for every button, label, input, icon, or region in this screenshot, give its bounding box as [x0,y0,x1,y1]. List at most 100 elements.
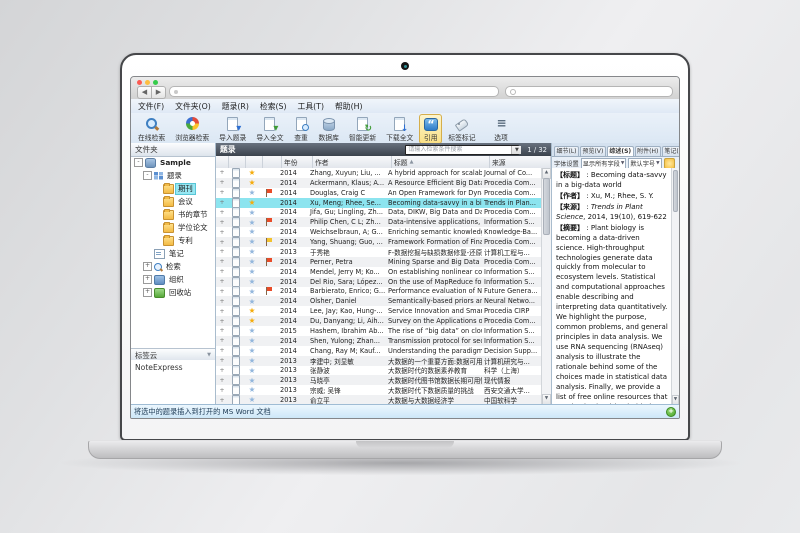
menubar-item[interactable]: 工具(T) [298,101,324,112]
star-icon[interactable]: ★ [244,386,260,394]
row-expander-icon[interactable]: + [216,387,228,394]
star-icon[interactable]: ★ [244,317,260,325]
toolbar-button-import-records[interactable]: 导入题录 [215,114,250,144]
star-icon[interactable]: ★ [244,288,260,296]
sidebar-item-note[interactable]: 笔记 [131,247,215,260]
menubar-item[interactable]: 检索(S) [260,101,287,112]
column-author[interactable]: 作者 [313,156,392,168]
table-row[interactable]: +★2014Yang, Shuang; Guo, ...Framework Fo… [216,237,542,247]
row-expander-icon[interactable]: + [216,169,228,176]
row-expander-icon[interactable]: + [216,278,228,285]
detail-tab[interactable]: 综述(S) [607,146,634,156]
add-icon[interactable]: + [666,407,676,417]
menubar-item[interactable]: 文件夹(O) [175,101,211,112]
minimize-button[interactable] [145,80,150,85]
star-icon[interactable]: ★ [244,209,260,217]
table-row[interactable]: +★2014Olsher, DanielSemantically-based p… [216,296,542,306]
row-expander-icon[interactable]: + [216,308,228,315]
flag-icon[interactable] [260,287,278,295]
table-row[interactable]: +★2014Del Rio, Sara; López...On the use … [216,277,542,287]
search-combo-arrow-icon[interactable]: ▼ [511,146,521,154]
column-source[interactable]: 来源 [490,156,551,168]
table-row[interactable]: +★2014Jifa, Gu; Lingling, Zh...Data, DIK… [216,208,542,218]
star-icon[interactable]: ★ [244,199,260,207]
table-row[interactable]: +★2014Ackermann, Klaus; A...A Resource E… [216,178,542,188]
star-icon[interactable]: ★ [244,258,260,266]
toolbar-button-cite[interactable]: 引用 [419,114,442,144]
table-row[interactable]: +★2013张静波大数据时代的数据素养教育科学（上海） [216,366,542,376]
table-row[interactable]: +★2015Hashem, Ibrahim Ab...The rise of “… [216,326,542,336]
star-icon[interactable]: ★ [244,357,260,365]
column-year[interactable]: 年份 [282,156,313,168]
star-icon[interactable]: ★ [244,307,260,315]
tree-expander-icon[interactable]: + [143,288,152,297]
row-expander-icon[interactable]: + [216,268,228,275]
row-expander-icon[interactable]: + [216,229,228,236]
scrollbar-thumb[interactable] [673,170,678,212]
detail-tab[interactable]: 笔记(N) [662,146,680,156]
toolbar-button-download-fulltext[interactable]: 下载全文 [382,114,417,144]
records-search-input[interactable] [405,145,519,155]
column-attachment[interactable] [229,156,246,168]
star-icon[interactable]: ★ [244,298,260,306]
table-row[interactable]: +★2014Philip Chen, C L; Zh...Data-intens… [216,217,542,227]
sidebar-item-database[interactable]: -Sample [131,156,215,169]
row-expander-icon[interactable]: + [216,347,228,354]
column-star[interactable] [246,156,263,168]
column-title[interactable]: 标题▲ [392,156,490,168]
records-scrollbar[interactable]: ▲ ▼ [541,168,551,405]
sidebar-item-folder[interactable]: 学位论文 [131,221,215,234]
toolbar-button-online-search[interactable]: 在线检索 [134,114,169,144]
row-expander-icon[interactable]: + [216,298,228,305]
star-icon[interactable]: ★ [244,228,260,236]
row-expander-icon[interactable]: + [216,327,228,334]
star-icon[interactable]: ★ [244,337,260,345]
star-icon[interactable]: ★ [244,238,260,246]
detail-tab[interactable]: 预览(V) [580,146,606,156]
toolbar-button-smart-update[interactable]: 智能更新 [345,114,380,144]
sidebar-item-folder[interactable]: 书的章节 [131,208,215,221]
row-expander-icon[interactable]: + [216,209,228,216]
table-row[interactable]: +★2013宗威; 吴锋大数据时代下数据质量的挑战西安交通大学... [216,385,542,395]
table-row[interactable]: +★2014Chang, Ray M; Kauf...Understanding… [216,346,542,356]
row-expander-icon[interactable]: + [216,377,228,384]
close-button[interactable] [137,80,142,85]
table-row[interactable]: +★2014Zhang, Xuyun; Liu, ...A hybrid app… [216,168,542,178]
sidebar-item-org[interactable]: +组织 [131,273,215,286]
row-expander-icon[interactable]: + [216,189,228,196]
table-row[interactable]: +★2014Mendel, Jerry M; Ko...On establish… [216,267,542,277]
row-expander-icon[interactable]: + [216,179,228,186]
table-row[interactable]: +★2014Lee, Jay; Kao, Hung-...Service Inn… [216,306,542,316]
column-flag[interactable] [263,156,282,168]
row-expander-icon[interactable]: + [216,288,228,295]
toolbar-button-import-fulltext[interactable]: 导入全文 [252,114,287,144]
menubar-item[interactable]: 文件(F) [138,101,164,112]
sidebar-item-recycle[interactable]: +回收站 [131,286,215,299]
menubar-item[interactable]: 帮助(H) [335,101,363,112]
star-icon[interactable]: ★ [244,219,260,227]
star-icon[interactable]: ★ [244,248,260,256]
toolbar-button-database[interactable]: 数据库 [315,114,343,144]
row-expander-icon[interactable]: + [216,357,228,364]
row-expander-icon[interactable]: + [216,318,228,325]
detail-tab[interactable]: 细节(L) [554,146,579,156]
sidebar-item-folder[interactable]: 期刊 [131,182,215,195]
back-button[interactable]: ◀ [137,86,152,99]
table-row[interactable]: +★2013于秀艳F-数据挖掘与缺损数据修复-还原计算机工程与... [216,247,542,257]
table-row[interactable]: +★2014Du, Danyang; Li, Aih...Survey on t… [216,316,542,326]
table-row[interactable]: +★2014Barbierato, Enrico; G...Performanc… [216,287,542,297]
row-expander-icon[interactable]: + [216,258,228,265]
flag-icon[interactable] [260,258,278,266]
sidebar-item-records[interactable]: -题录 [131,169,215,182]
forward-button[interactable]: ▶ [152,86,166,99]
row-expander-icon[interactable]: + [216,367,228,374]
row-expander-icon[interactable]: + [216,199,228,206]
address-bar[interactable] [169,86,499,97]
browser-search-field[interactable] [505,86,673,97]
table-row[interactable]: +★2013马晓亭大数据时代图书馆数据长期可用性保障研究现代情报 [216,375,542,385]
tree-expander-icon[interactable]: + [143,275,152,284]
star-icon[interactable]: ★ [244,278,260,286]
detail-scrollbar[interactable]: ▼ [671,168,679,405]
menubar-item[interactable]: 题录(R) [222,101,249,112]
star-icon[interactable]: ★ [244,327,260,335]
